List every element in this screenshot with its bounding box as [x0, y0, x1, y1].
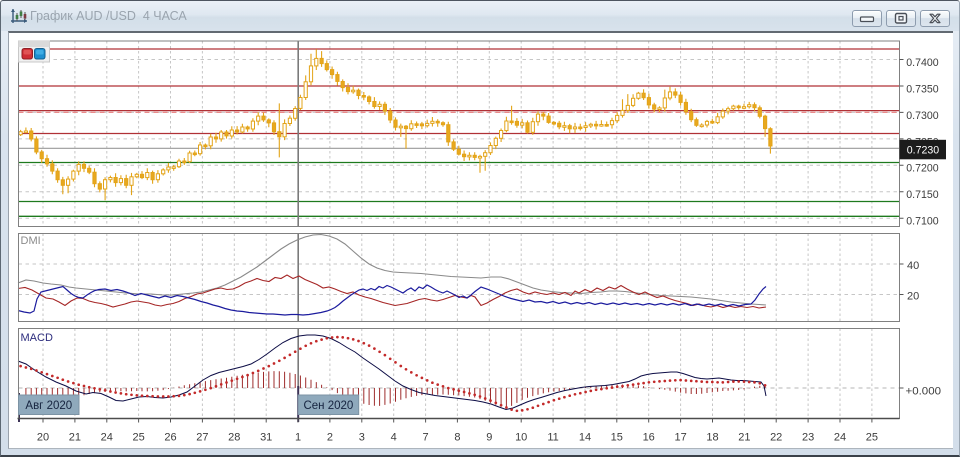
svg-text:24: 24 — [834, 432, 846, 444]
svg-text:4: 4 — [391, 432, 397, 444]
svg-text:25: 25 — [866, 432, 878, 444]
svg-text:23: 23 — [802, 432, 814, 444]
svg-text:MACD: MACD — [21, 332, 53, 344]
svg-text:26: 26 — [164, 432, 176, 444]
svg-text:1: 1 — [295, 432, 301, 444]
svg-text:3: 3 — [359, 432, 365, 444]
svg-text:14: 14 — [579, 432, 591, 444]
svg-text:0.7400: 0.7400 — [906, 57, 938, 69]
svg-text:31: 31 — [260, 432, 272, 444]
svg-text:11: 11 — [547, 432, 558, 444]
svg-text:20: 20 — [37, 432, 49, 444]
svg-text:40: 40 — [907, 260, 919, 272]
svg-text:8: 8 — [454, 432, 460, 444]
svg-text:+0.000: +0.000 — [906, 386, 942, 398]
svg-text:20: 20 — [907, 291, 919, 303]
svg-text:Авг 2020: Авг 2020 — [25, 400, 72, 412]
svg-text:0.7150: 0.7150 — [906, 189, 938, 201]
svg-text:17: 17 — [674, 432, 686, 444]
svg-text:24: 24 — [101, 432, 113, 444]
svg-text:21: 21 — [69, 432, 81, 444]
svg-text:DMI: DMI — [21, 235, 41, 247]
svg-text:22: 22 — [770, 432, 782, 444]
svg-text:2: 2 — [327, 432, 333, 444]
svg-text:27: 27 — [196, 432, 208, 444]
svg-text:0.7200: 0.7200 — [906, 163, 938, 175]
svg-text:9: 9 — [486, 432, 492, 444]
svg-text:28: 28 — [228, 432, 240, 444]
svg-text:0.7300: 0.7300 — [906, 110, 938, 122]
svg-text:10: 10 — [515, 432, 527, 444]
svg-text:7: 7 — [423, 432, 429, 444]
svg-text:16: 16 — [643, 432, 655, 444]
svg-text:0.7100: 0.7100 — [906, 216, 938, 228]
svg-text:0.7230: 0.7230 — [907, 144, 939, 156]
svg-text:25: 25 — [132, 432, 144, 444]
svg-text:18: 18 — [706, 432, 718, 444]
svg-text:0.7350: 0.7350 — [906, 83, 938, 95]
svg-text:15: 15 — [611, 432, 623, 444]
svg-text:21: 21 — [738, 432, 750, 444]
svg-text:Сен 2020: Сен 2020 — [303, 400, 353, 412]
